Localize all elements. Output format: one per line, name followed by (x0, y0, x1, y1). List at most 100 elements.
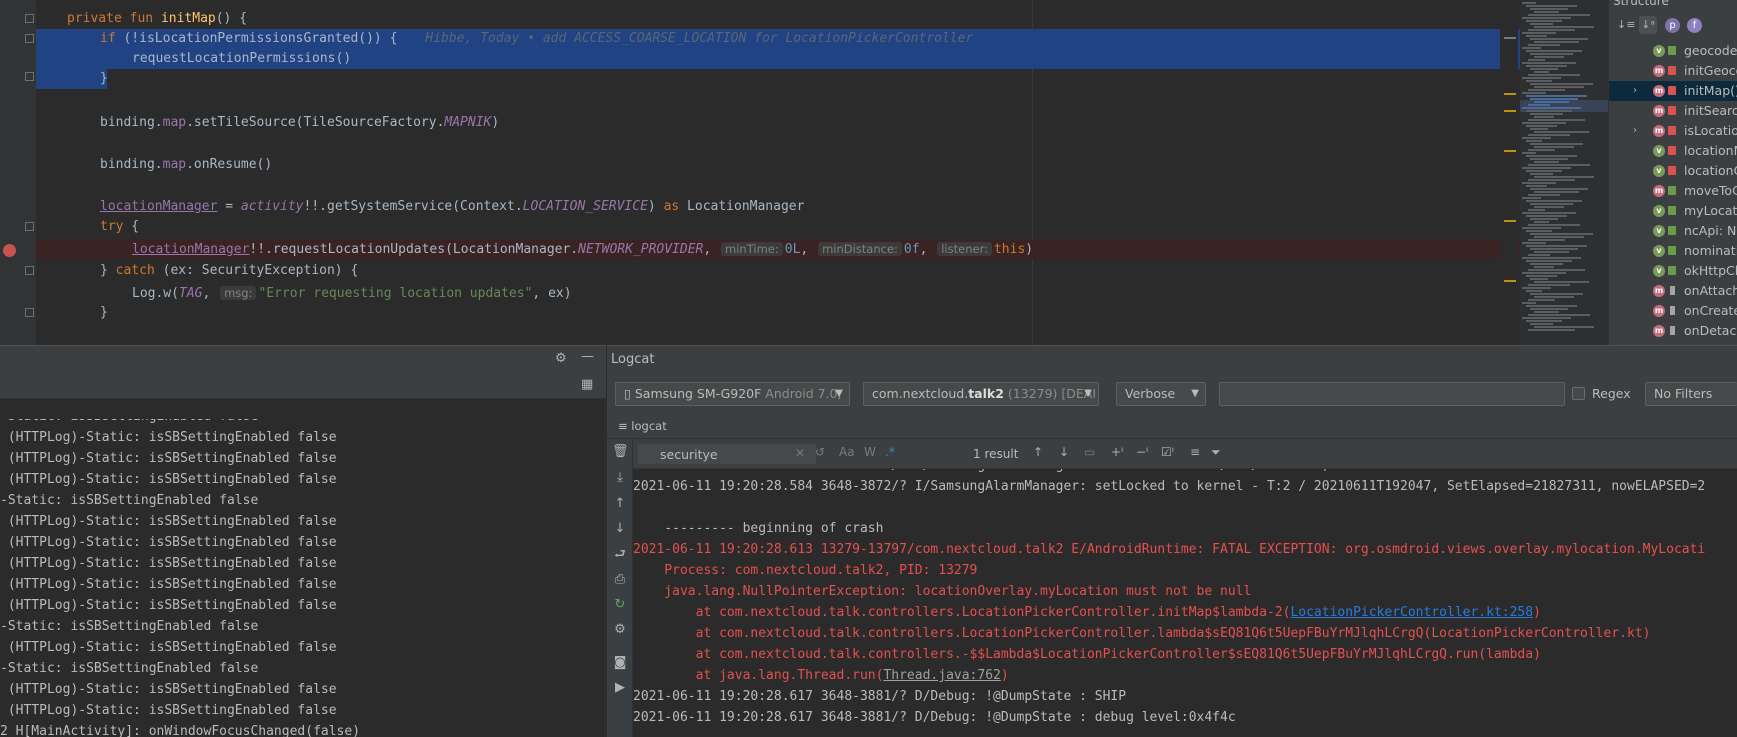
process-selector[interactable]: com.nextcloud.talk2 (13279) [DEAI ▼ (863, 382, 1099, 406)
arrow-up-icon[interactable]: ↑ (612, 496, 628, 512)
minimap-line (1522, 152, 1536, 154)
minimap-line (1530, 293, 1583, 295)
code-area[interactable]: private fun initMap() { if (!isLocationP… (36, 0, 1520, 345)
breakpoint-icon[interactable] (3, 244, 16, 257)
structure-item[interactable]: v ncApi: Nc (1609, 221, 1737, 241)
structure-item[interactable]: m onCreate (1609, 301, 1737, 321)
minimap-line (1534, 71, 1549, 73)
source-link[interactable]: Thread.java:762 (883, 668, 1000, 683)
run-log-output[interactable]: -Static: isSBSettingEnabled false (HTTPL… (0, 419, 606, 737)
trash-icon[interactable]: 🗑︎ (612, 444, 629, 460)
fold-marker[interactable] (25, 266, 34, 275)
structure-item[interactable]: m onAttach (1609, 281, 1737, 301)
protected-icon (1670, 306, 1675, 315)
log-line: (HTTPLog)-Static: isSBSettingEnabled fal… (0, 451, 337, 466)
structure-item[interactable]: v myLocati (1609, 201, 1737, 221)
minimap-line (1522, 242, 1546, 244)
logcat-tab-bar: ≡ logcat (607, 415, 1737, 439)
minimap-line (1528, 254, 1550, 256)
remove-occurrence-icon[interactable]: −ᴵ (1136, 445, 1148, 459)
fold-marker[interactable] (25, 308, 34, 317)
structure-item[interactable]: m initGeoco (1609, 61, 1737, 81)
logcat-search-input[interactable] (1219, 382, 1565, 406)
minimize-icon[interactable]: — (581, 349, 594, 364)
add-occurrence-icon[interactable]: +ᴵ (1111, 445, 1123, 459)
change-marker[interactable] (1504, 37, 1516, 39)
regex-checkbox[interactable] (1572, 387, 1585, 400)
log-text: ) (1000, 668, 1009, 683)
select-all-icon[interactable]: ▭ (1084, 445, 1095, 459)
editor-gutter[interactable] (0, 0, 36, 345)
minimap-line (1528, 224, 1580, 226)
clear-icon[interactable]: ✕ (795, 446, 805, 460)
structure-item[interactable]: v locationM (1609, 141, 1737, 161)
find-input[interactable] (637, 443, 817, 465)
structure-item-label: initSearch (1684, 103, 1737, 118)
log-line: -Static: isSBSettingEnabled false (0, 493, 259, 508)
warning-marker[interactable] (1504, 220, 1516, 222)
show-fields-icon[interactable]: f (1687, 18, 1702, 33)
fold-marker[interactable] (25, 34, 34, 43)
whole-words-button[interactable]: W (864, 445, 876, 459)
log-level-selector[interactable]: Verbose ▼ (1116, 382, 1206, 406)
fold-marker[interactable] (25, 14, 34, 23)
code-line-selected: if (!isLocationPermissionsGranted()) {Hi… (36, 29, 1520, 49)
structure-item[interactable]: v geocode (1609, 41, 1737, 61)
public-icon (1668, 186, 1676, 195)
gear-icon[interactable]: ⚙ (555, 351, 567, 366)
log-line: -Static: isSBSettingEnabled false (0, 419, 258, 427)
chevron-right-icon[interactable]: › (1633, 121, 1637, 141)
log-line-error: java.lang.NullPointerException: location… (633, 584, 1252, 599)
select-all-occurrences-icon[interactable]: ☑ᴵ (1161, 445, 1174, 459)
sort-alpha-icon[interactable]: ↓ᵃ (1639, 16, 1657, 34)
previous-occurrence-icon[interactable]: ↑ (1033, 445, 1043, 459)
minimap-line (1522, 2, 1536, 4)
history-icon[interactable]: ↺ (815, 445, 825, 459)
minimap-line (1530, 173, 1553, 175)
arrow-down-icon[interactable]: ↓ (612, 521, 628, 537)
warning-marker[interactable] (1504, 93, 1516, 95)
structure-item[interactable]: › m initMap() (1609, 81, 1737, 101)
regex-button[interactable]: .* (885, 445, 895, 459)
structure-item[interactable]: v nominati (1609, 241, 1737, 261)
match-case-button[interactable]: Aa (839, 445, 855, 459)
code-minimap[interactable] (1520, 0, 1608, 345)
filter-selector[interactable]: No Filters (1645, 382, 1737, 406)
warning-marker[interactable] (1504, 110, 1516, 112)
source-link[interactable]: LocationPickerController.kt:258 (1290, 605, 1533, 620)
fold-marker[interactable] (25, 222, 34, 231)
code-editor[interactable]: private fun initMap() { if (!isLocationP… (0, 0, 1737, 345)
funnel-icon[interactable]: ⏷ (1211, 445, 1221, 460)
gear-icon[interactable]: ⚙ (612, 622, 628, 638)
warning-marker[interactable] (1504, 150, 1516, 152)
next-occurrence-icon[interactable]: ↓ (1059, 445, 1069, 459)
logcat-output[interactable]: 2021-06-11 19:20:28.584 3648-3872/? D/Sa… (633, 469, 1737, 737)
logcat-find-bar: 🔍︎ ✕ ↺ Aa W .* 1 result ↑ ↓ ▭ +ᴵ −ᴵ ☑ᴵ ≡… (633, 439, 1737, 469)
warning-marker[interactable] (1504, 280, 1516, 282)
restart-icon[interactable]: ↻ (612, 597, 628, 613)
show-properties-icon[interactable]: p (1665, 18, 1680, 33)
filter-lines-icon[interactable]: ≡ (1190, 445, 1200, 459)
camera-icon[interactable]: ◙ (612, 655, 628, 671)
chevron-right-icon[interactable]: › (1633, 81, 1637, 101)
structure-item[interactable]: m onDetach (1609, 321, 1737, 341)
print-icon[interactable]: ⎙ (612, 572, 628, 588)
sort-visibility-icon[interactable]: ↓≡ (1617, 16, 1635, 34)
log-line-error: at java.lang.Thread.run(Thread.java:762) (633, 665, 1009, 686)
structure-item[interactable]: v locationO (1609, 161, 1737, 181)
tab-logcat[interactable]: ≡ logcat (618, 419, 667, 433)
device-selector[interactable]: ▯ Samsung SM-G920F Android 7.0, ▼ (615, 382, 850, 406)
structure-item[interactable]: m initSearch (1609, 101, 1737, 121)
fold-marker[interactable] (25, 72, 34, 81)
minimap-line (1526, 275, 1557, 277)
layout-icon[interactable]: ▦ (581, 377, 593, 392)
structure-item-label: geocode (1684, 43, 1737, 58)
soft-wrap-icon[interactable]: ⮐ (612, 547, 628, 563)
structure-item[interactable]: v okHttpCl (1609, 261, 1737, 281)
structure-item[interactable]: › m isLocation (1609, 121, 1737, 141)
editor-scrollbar[interactable] (1500, 0, 1518, 345)
structure-item[interactable]: m moveToC (1609, 181, 1737, 201)
scroll-to-end-icon[interactable]: ⤓ (612, 470, 628, 486)
video-icon[interactable]: ▶ (612, 680, 628, 696)
minimap-line (1522, 77, 1561, 79)
